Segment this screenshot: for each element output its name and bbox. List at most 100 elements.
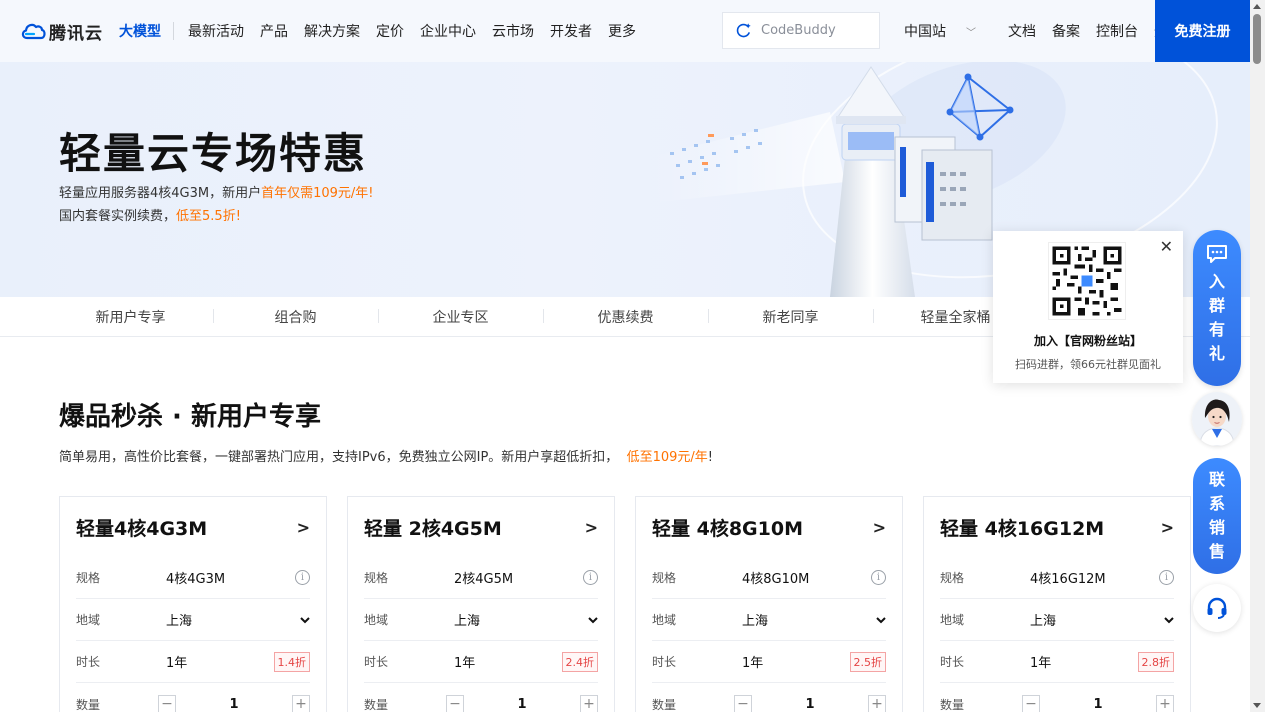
nav-link-more[interactable]: 更多 [608, 21, 636, 41]
quantity-stepper[interactable]: − 1 + [446, 695, 598, 712]
tab-enterprise[interactable]: 企业专区 [378, 307, 543, 327]
card-title: 轻量 4核8G10M [652, 517, 803, 540]
nav-link-products[interactable]: 产品 [260, 21, 288, 41]
chevron-down-icon[interactable] [876, 615, 886, 625]
quantity-value[interactable]: 1 [176, 697, 292, 712]
chevron-right-icon[interactable]: > [585, 518, 598, 537]
region-select[interactable]: 上海 [166, 610, 300, 629]
search-box[interactable] [722, 12, 880, 49]
region-row[interactable]: 地域 上海 [652, 599, 886, 641]
hero-line-1-highlight: 首年仅需109元/年! [261, 186, 374, 201]
chevron-down-icon[interactable] [1164, 615, 1174, 625]
qr-title: 加入【官网粉丝站】 [1033, 334, 1142, 348]
join-group-button[interactable]: 入群有礼 [1193, 230, 1241, 386]
discount-badge: 2.8折 [1137, 651, 1174, 672]
plus-icon[interactable]: + [292, 695, 310, 712]
cloud-logo-icon [21, 23, 46, 40]
scroll-up-arrow-icon[interactable] [1253, 4, 1261, 9]
minus-icon[interactable]: − [1022, 695, 1040, 712]
chevron-down-icon[interactable] [588, 615, 598, 625]
duration-value[interactable]: 1年 [1030, 652, 1138, 671]
nav-filing-link[interactable]: 备案 [1052, 21, 1080, 41]
chevron-right-icon[interactable]: > [873, 518, 886, 537]
minus-icon[interactable]: − [734, 695, 752, 712]
card-header[interactable]: 轻量 4核16G12M > [940, 497, 1174, 557]
register-button[interactable]: 免费注册 [1155, 0, 1250, 62]
customer-service-button[interactable] [1193, 584, 1241, 632]
tab-all-users[interactable]: 新老同享 [708, 307, 873, 327]
card-header[interactable]: 轻量4核4G3M > [76, 497, 310, 557]
nav-link-marketplace[interactable]: 云市场 [492, 21, 534, 41]
discount-badge: 2.5折 [849, 651, 886, 672]
nav-console-link[interactable]: 控制台 [1096, 21, 1138, 41]
region-row[interactable]: 地域 上海 [940, 599, 1174, 641]
duration-label: 时长 [940, 655, 965, 669]
tab-renewal[interactable]: 优惠续费 [543, 307, 708, 327]
discount-badge: 1.4折 [273, 651, 310, 672]
chevron-down-icon[interactable] [300, 615, 310, 625]
chat-bubble-icon [1207, 245, 1227, 263]
nav-divider [173, 22, 174, 40]
quantity-row: 数量 − 1 + [364, 683, 598, 712]
nav-link-solutions[interactable]: 解决方案 [304, 21, 360, 41]
quantity-stepper[interactable]: − 1 + [158, 695, 310, 712]
search-input[interactable] [761, 23, 871, 38]
nav-model-link[interactable]: 大模型 [119, 21, 161, 41]
chevron-down-icon: ﹀ [966, 27, 976, 39]
card-header[interactable]: 轻量 4核8G10M > [652, 497, 886, 557]
quantity-stepper[interactable]: − 1 + [734, 695, 886, 712]
spec-row: 规格 2核4G5M i [364, 557, 598, 599]
region-label: 地域 [76, 613, 101, 627]
spec-value: 4核8G10M [742, 572, 810, 587]
contact-sales-label: 联系销售 [1208, 470, 1225, 561]
duration-value[interactable]: 1年 [742, 652, 850, 671]
nav-link-activities[interactable]: 最新活动 [188, 21, 244, 41]
hero-line-2-text: 国内套餐实例续费， [59, 209, 177, 224]
minus-icon[interactable]: − [158, 695, 176, 712]
chevron-right-icon[interactable]: > [1161, 518, 1174, 537]
quantity-value[interactable]: 1 [1040, 697, 1156, 712]
hero-line-1: 轻量应用服务器4核4G3M，新用户首年仅需109元/年! [59, 182, 374, 201]
tab-new-user[interactable]: 新用户专享 [48, 307, 213, 327]
quantity-stepper[interactable]: − 1 + [1022, 695, 1174, 712]
scroll-down-arrow-icon[interactable] [1253, 703, 1261, 708]
plus-icon[interactable]: + [1156, 695, 1174, 712]
minus-icon[interactable]: − [446, 695, 464, 712]
contact-sales-button[interactable]: 联系销售 [1193, 458, 1241, 574]
plus-icon[interactable]: + [580, 695, 598, 712]
region-selector[interactable]: 中国站 ﹀ [904, 21, 992, 41]
page-scrollbar[interactable] [1250, 0, 1265, 712]
avatar[interactable] [1192, 392, 1242, 446]
hero-title: 轻量云专场特惠 [59, 129, 368, 178]
region-select[interactable]: 上海 [1030, 610, 1164, 629]
duration-row: 时长 1年 1.4折 [76, 641, 310, 683]
region-select[interactable]: 上海 [454, 610, 588, 629]
info-icon[interactable]: i [871, 570, 886, 585]
nav-docs-link[interactable]: 文档 [1008, 21, 1036, 41]
info-icon[interactable]: i [1159, 570, 1174, 585]
tab-bundle[interactable]: 组合购 [213, 307, 378, 327]
info-icon[interactable]: i [295, 570, 310, 585]
duration-value[interactable]: 1年 [166, 652, 274, 671]
spec-label: 规格 [364, 571, 389, 585]
duration-value[interactable]: 1年 [454, 652, 562, 671]
close-icon[interactable]: ✕ [1160, 237, 1173, 256]
quantity-value[interactable]: 1 [752, 697, 868, 712]
discount-badge: 2.4折 [561, 651, 598, 672]
region-row[interactable]: 地域 上海 [364, 599, 598, 641]
nav-link-developers[interactable]: 开发者 [550, 21, 592, 41]
qr-subtitle: 扫码进群，领66元社群见面礼 [1015, 358, 1161, 371]
card-header[interactable]: 轻量 2核4G5M > [364, 497, 598, 557]
scroll-thumb[interactable] [1253, 14, 1261, 64]
region-row[interactable]: 地域 上海 [76, 599, 310, 641]
info-icon[interactable]: i [583, 570, 598, 585]
quantity-value[interactable]: 1 [464, 697, 580, 712]
region-select[interactable]: 上海 [742, 610, 876, 629]
section-description: 简单易用，高性价比套餐，一键部署热门应用，支持IPv6，免费独立公网IP。新用户… [59, 446, 713, 465]
nav-link-pricing[interactable]: 定价 [376, 21, 404, 41]
nav-link-enterprise[interactable]: 企业中心 [420, 21, 476, 41]
chevron-right-icon[interactable]: > [297, 518, 310, 537]
brand-logo[interactable]: 腾讯云 [20, 19, 103, 44]
spec-label: 规格 [940, 571, 965, 585]
plus-icon[interactable]: + [868, 695, 886, 712]
